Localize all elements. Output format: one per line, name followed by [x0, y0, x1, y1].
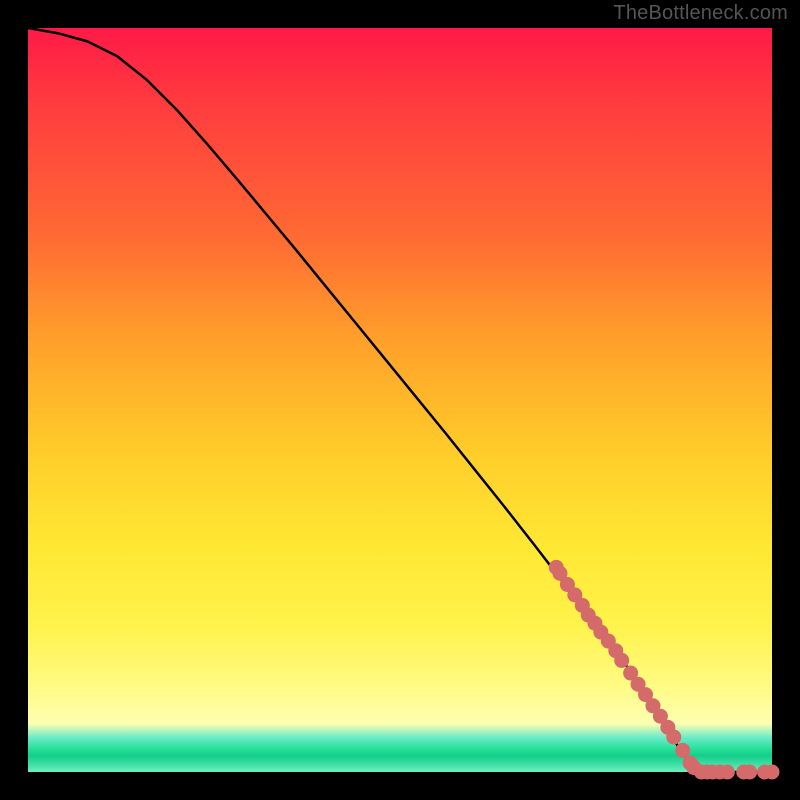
watermark-text: TheBottleneck.com — [613, 2, 788, 25]
scatter-dot — [675, 743, 690, 758]
scatter-dots — [549, 560, 780, 780]
bottleneck-curve — [28, 28, 772, 772]
plot-area — [28, 28, 772, 772]
scatter-dot — [720, 765, 735, 780]
plot-svg — [28, 28, 772, 772]
scatter-dot — [742, 765, 757, 780]
chart-stage: TheBottleneck.com — [0, 0, 800, 800]
scatter-dot — [765, 765, 780, 780]
scatter-dot — [614, 653, 629, 668]
scatter-dot — [666, 730, 681, 745]
